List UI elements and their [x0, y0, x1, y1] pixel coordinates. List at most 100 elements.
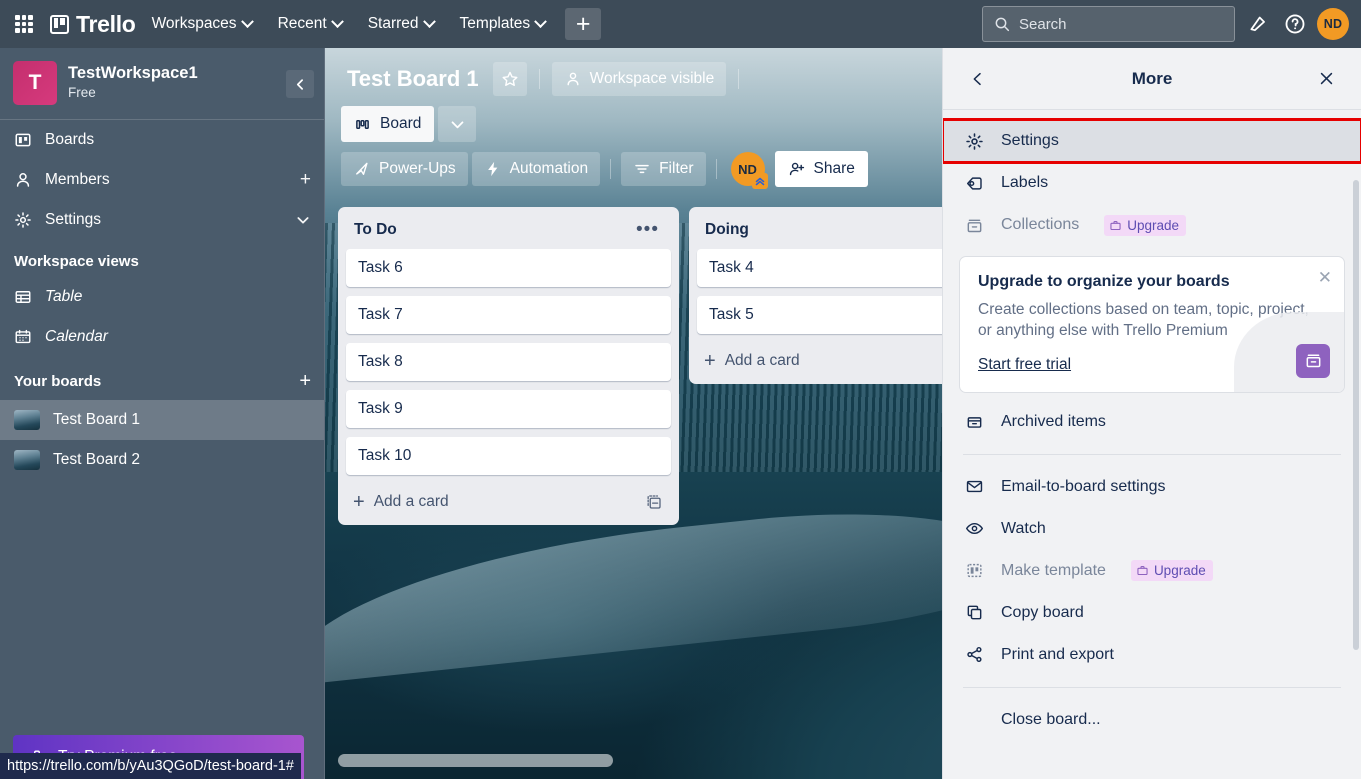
- panel-label-print-and-export: Print and export: [1001, 645, 1114, 663]
- sidebar-item-settings[interactable]: Settings: [0, 200, 324, 240]
- sidebar-board-label-2: Test Board 2: [53, 451, 141, 468]
- create-button[interactable]: +: [565, 8, 602, 40]
- bolt-icon: [487, 161, 498, 177]
- card-item[interactable]: Task 10: [346, 437, 671, 475]
- add-board-button[interactable]: +: [299, 370, 311, 393]
- sidebar-board-label-1: Test Board 1: [53, 411, 141, 428]
- nav-item-workspaces[interactable]: Workspaces: [142, 8, 262, 40]
- nav-label-recent: Recent: [277, 15, 327, 32]
- filter-button[interactable]: Filter: [621, 152, 706, 186]
- help-button[interactable]: [1279, 8, 1311, 40]
- sidebar-item-calendar[interactable]: Calendar: [0, 317, 324, 357]
- board-visibility-button[interactable]: Workspace visible: [551, 62, 727, 96]
- sidebar-board-test-board-2[interactable]: Test Board 2: [0, 440, 324, 480]
- chevron-down-icon: [422, 14, 436, 28]
- chevron-down-icon: [330, 14, 344, 28]
- envelope-icon: [963, 477, 985, 496]
- bell-icon: [1250, 16, 1265, 31]
- list-to-do: To Do ••• Task 6 Task 7 Task 8 Task 9 Ta…: [338, 207, 679, 525]
- briefcase-icon: [1137, 566, 1148, 576]
- power-ups-button[interactable]: Power-Ups: [341, 152, 468, 186]
- panel-close-button[interactable]: [1311, 64, 1341, 94]
- rocket-icon: [356, 162, 368, 175]
- gear-icon: [963, 132, 985, 151]
- board-horizontal-scrollbar[interactable]: [338, 754, 613, 767]
- panel-item-labels[interactable]: Labels: [943, 162, 1361, 204]
- panel-item-copy-board[interactable]: Copy board: [943, 592, 1361, 634]
- nav-item-templates[interactable]: Templates: [450, 8, 556, 40]
- brand-name: Trello: [76, 10, 136, 37]
- panel-header: More: [943, 48, 1361, 110]
- card-item[interactable]: Task 7: [346, 296, 671, 334]
- board-view-dropdown[interactable]: [438, 106, 477, 142]
- panel-item-email-to-board[interactable]: Email-to-board settings: [943, 466, 1361, 508]
- star-board-button[interactable]: [492, 62, 527, 96]
- promo-close-icon[interactable]: ✕: [1318, 268, 1332, 288]
- panel-item-watch[interactable]: Watch: [943, 508, 1361, 550]
- search-input[interactable]: Search: [982, 6, 1235, 42]
- card-item[interactable]: Task 6: [346, 249, 671, 287]
- board-view-label: Board: [380, 115, 422, 132]
- section-workspace-views: Workspace views: [0, 240, 324, 277]
- upgrade-badge-label: Upgrade: [1153, 563, 1206, 579]
- panel-item-close-board[interactable]: Close board...: [943, 699, 1361, 741]
- workspace-header[interactable]: T TestWorkspace1 Free: [0, 48, 324, 120]
- search-icon: [995, 17, 1010, 32]
- card-template-icon[interactable]: [645, 493, 663, 511]
- collapse-sidebar-button[interactable]: [286, 70, 314, 98]
- promo-start-trial-link[interactable]: Start free trial: [978, 356, 1071, 373]
- trello-logo[interactable]: Trello: [50, 11, 136, 38]
- panel-item-make-template[interactable]: Make template Upgrade: [943, 550, 1361, 592]
- person-icon: [16, 173, 30, 187]
- panel-item-archived-items[interactable]: Archived items: [943, 401, 1361, 443]
- board-view-button[interactable]: Board: [341, 106, 435, 142]
- upgrade-promo-card: ✕ Upgrade to organize your boards Create…: [959, 256, 1345, 393]
- list-header: To Do •••: [346, 216, 671, 249]
- panel-label-labels: Labels: [1001, 174, 1049, 191]
- nav-label-starred: Starred: [367, 15, 419, 32]
- chevron-down-icon: [240, 14, 254, 28]
- card-item[interactable]: Task 9: [346, 390, 671, 428]
- grid-apps-icon[interactable]: [12, 12, 36, 36]
- panel-label-watch: Watch: [1001, 519, 1046, 537]
- list-title-to-do[interactable]: To Do: [354, 221, 632, 239]
- user-avatar[interactable]: ND: [1317, 8, 1349, 40]
- board-member-avatar[interactable]: ND: [730, 152, 768, 189]
- panel-scrollbar[interactable]: [1353, 180, 1359, 650]
- add-card-button[interactable]: + Add a card: [346, 484, 671, 521]
- chevron-down-icon: [534, 14, 548, 28]
- notifications-button[interactable]: [1241, 8, 1273, 40]
- panel-item-print-and-export[interactable]: Print and export: [943, 634, 1361, 676]
- upgrade-badge-template[interactable]: Upgrade: [1130, 560, 1213, 582]
- panel-label-settings: Settings: [1001, 132, 1059, 149]
- add-card-label: Add a card: [724, 352, 800, 369]
- section-label-workspace-views: Workspace views: [14, 253, 139, 270]
- board-title[interactable]: Test Board 1: [341, 63, 487, 95]
- sidebar-item-table[interactable]: Table: [0, 277, 324, 317]
- share-button[interactable]: Share: [774, 151, 868, 187]
- workspace-plan: Free: [68, 85, 96, 101]
- workspace-name: TestWorkspace1: [68, 63, 198, 82]
- sidebar-item-boards[interactable]: Boards: [0, 120, 324, 160]
- top-nav-right-group: Search ND: [982, 6, 1349, 42]
- sidebar-board-test-board-1[interactable]: Test Board 1: [0, 400, 324, 440]
- panel-back-button[interactable]: [963, 64, 993, 94]
- upgrade-badge-collections[interactable]: Upgrade: [1104, 214, 1187, 236]
- panel-item-collections[interactable]: Collections Upgrade: [943, 204, 1361, 246]
- panel-item-settings[interactable]: Settings: [943, 118, 1361, 164]
- board-visibility-label: Workspace visible: [589, 70, 715, 87]
- automation-button[interactable]: Automation: [471, 152, 601, 186]
- nav-item-recent[interactable]: Recent: [268, 8, 352, 40]
- board-menu-panel: More Settings Labels Collections Upgrade…: [942, 48, 1361, 779]
- board-icon: [15, 133, 31, 147]
- panel-title: More: [1131, 68, 1173, 88]
- chevron-down-icon[interactable]: [295, 212, 311, 228]
- trello-mark-icon: [50, 14, 69, 34]
- sidebar-label-members: Members: [45, 171, 110, 188]
- add-member-button[interactable]: +: [300, 169, 311, 191]
- list-menu-icon[interactable]: •••: [632, 220, 663, 240]
- filter-label: Filter: [659, 160, 694, 177]
- nav-item-starred[interactable]: Starred: [358, 8, 444, 40]
- sidebar-item-members[interactable]: Members +: [0, 160, 324, 200]
- card-item[interactable]: Task 8: [346, 343, 671, 381]
